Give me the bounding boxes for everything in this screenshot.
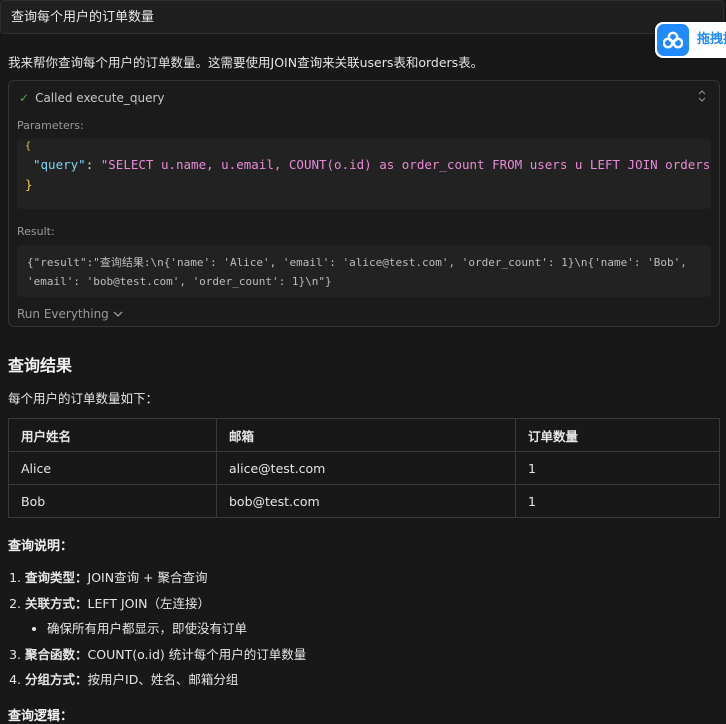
column-header: 用户姓名 [8,418,217,452]
logic-heading: 查询逻辑： [8,709,74,724]
list-item: 聚合函数：COUNT(o.id) 统计每个用户的订单数量 [25,642,306,668]
list-item: 分组方式：按用户ID、姓名、邮箱分组 [25,667,306,693]
column-header: 订单数量 [515,418,720,452]
user-message: 查询每个用户的订单数量 [0,0,724,34]
item-text: JOIN查询 + 聚合查询 [87,570,208,585]
drag-search-button[interactable]: 拖拽搜 [655,22,726,58]
item-label: 查询类型： [25,570,88,585]
chevron-down-icon [113,307,123,321]
expand-collapse-icon[interactable] [697,89,707,106]
param-key: "query" [33,157,86,172]
item-label: 关联方式： [25,595,88,611]
item-text: COUNT(o.id) 统计每个用户的订单数量 [87,646,307,662]
table-cell: 1 [515,451,720,485]
item-label: 聚合函数： [25,646,88,662]
parameters-code: { "query": "SELECT u.name, u.email, COUN… [17,139,711,209]
param-value: "SELECT u.name, u.email, COUNT(o.id) as … [100,157,711,172]
code-open-brace: { [25,141,32,152]
item-label: 分组方式： [25,672,88,687]
table-cell: Alice [8,451,217,485]
table-row: Bob bob@test.com 1 [8,484,720,518]
tool-call-header[interactable]: ✓ Called execute_query [19,91,165,105]
item-text: LEFT JOIN（左连接） [87,595,211,611]
result-label: Result: [17,225,55,238]
tool-call-status: Called execute_query [35,91,165,105]
run-everything-button[interactable]: Run Everything [17,307,123,321]
assistant-intro: 我来帮你查询每个用户的订单数量。这需要使用JOIN查询来关联users表和ord… [8,55,484,70]
results-subtitle: 每个用户的订单数量如下： [8,391,159,406]
results-heading: 查询结果 [8,356,73,375]
table-cell: bob@test.com [216,484,516,518]
result-output: {"result":"查询结果:\n{'name': 'Alice', 'ema… [17,245,711,297]
table-cell: 1 [515,484,720,518]
parameters-label: Parameters: [17,119,84,132]
check-icon: ✓ [19,91,30,105]
column-header: 邮箱 [216,418,516,452]
cloud-icon [657,24,689,56]
run-everything-label: Run Everything [17,307,109,321]
explanation-heading: 查询说明： [8,539,74,554]
table-header-row: 用户姓名 邮箱 订单数量 [8,418,720,452]
code-query-line: "query": "SELECT u.name, u.email, COUNT(… [33,157,711,172]
code-close-brace: } [25,177,33,192]
sub-list: 确保所有用户都显示，即使没有订单 [25,616,306,642]
result-text: {"result":"查询结果:\n{'name': 'Alice', 'ema… [27,256,694,288]
list-item: 查询类型：JOIN查询 + 聚合查询 [25,565,306,591]
explanation-list: 查询类型：JOIN查询 + 聚合查询 关联方式：LEFT JOIN（左连接） 确… [0,565,306,693]
item-text: 按用户ID、姓名、邮箱分组 [87,672,239,687]
tool-call-card: ✓ Called execute_query Parameters: { "que… [8,80,720,327]
list-item: 关联方式：LEFT JOIN（左连接） 确保所有用户都显示，即使没有订单 [25,591,306,642]
table-cell: Bob [8,484,217,518]
drag-search-label: 拖拽搜 [697,32,726,47]
sub-list-item: 确保所有用户都显示，即使没有订单 [47,616,306,642]
table-cell: alice@test.com [216,451,516,485]
results-table: 用户姓名 邮箱 订单数量 Alice alice@test.com 1 Bob … [8,418,720,518]
table-row: Alice alice@test.com 1 [8,451,720,485]
